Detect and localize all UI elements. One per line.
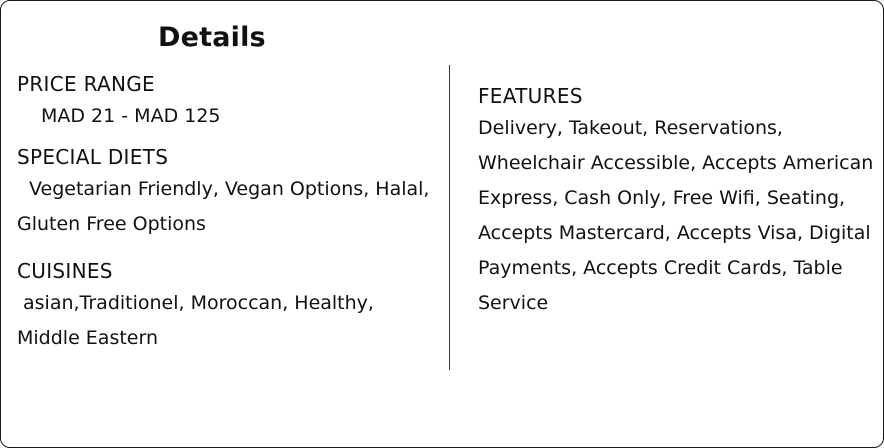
price-range-label: PRICE RANGE	[17, 72, 155, 96]
cuisines-value: asian,Traditionel, Moroccan, Healthy, Mi…	[17, 292, 374, 349]
details-left-column: PRICE RANGE MAD 21 - MAD 125 SPECIAL DIE…	[17, 69, 442, 356]
price-range-value: MAD 21 - MAD 125	[41, 105, 221, 127]
special-diets-value: Vegetarian Friendly, Vegan Options, Hala…	[17, 178, 430, 235]
special-diets-section: SPECIAL DIETS Vegetarian Friendly, Vegan…	[17, 142, 442, 242]
details-title: Details	[158, 22, 266, 53]
special-diets-label: SPECIAL DIETS	[17, 145, 169, 169]
details-card: Details PRICE RANGE MAD 21 - MAD 125 SPE…	[0, 0, 884, 448]
features-section: FEATURES Delivery, Takeout, Reservations…	[478, 81, 874, 321]
details-right-column: FEATURES Delivery, Takeout, Reservations…	[478, 81, 874, 321]
cuisines-section: CUISINES asian,Traditionel, Moroccan, He…	[17, 256, 442, 356]
features-label: FEATURES	[478, 84, 583, 108]
column-divider	[449, 65, 450, 370]
price-range-section: PRICE RANGE MAD 21 - MAD 125	[17, 69, 442, 134]
cuisines-label: CUISINES	[17, 259, 113, 283]
features-value: Delivery, Takeout, Reservations, Wheelch…	[478, 117, 874, 314]
